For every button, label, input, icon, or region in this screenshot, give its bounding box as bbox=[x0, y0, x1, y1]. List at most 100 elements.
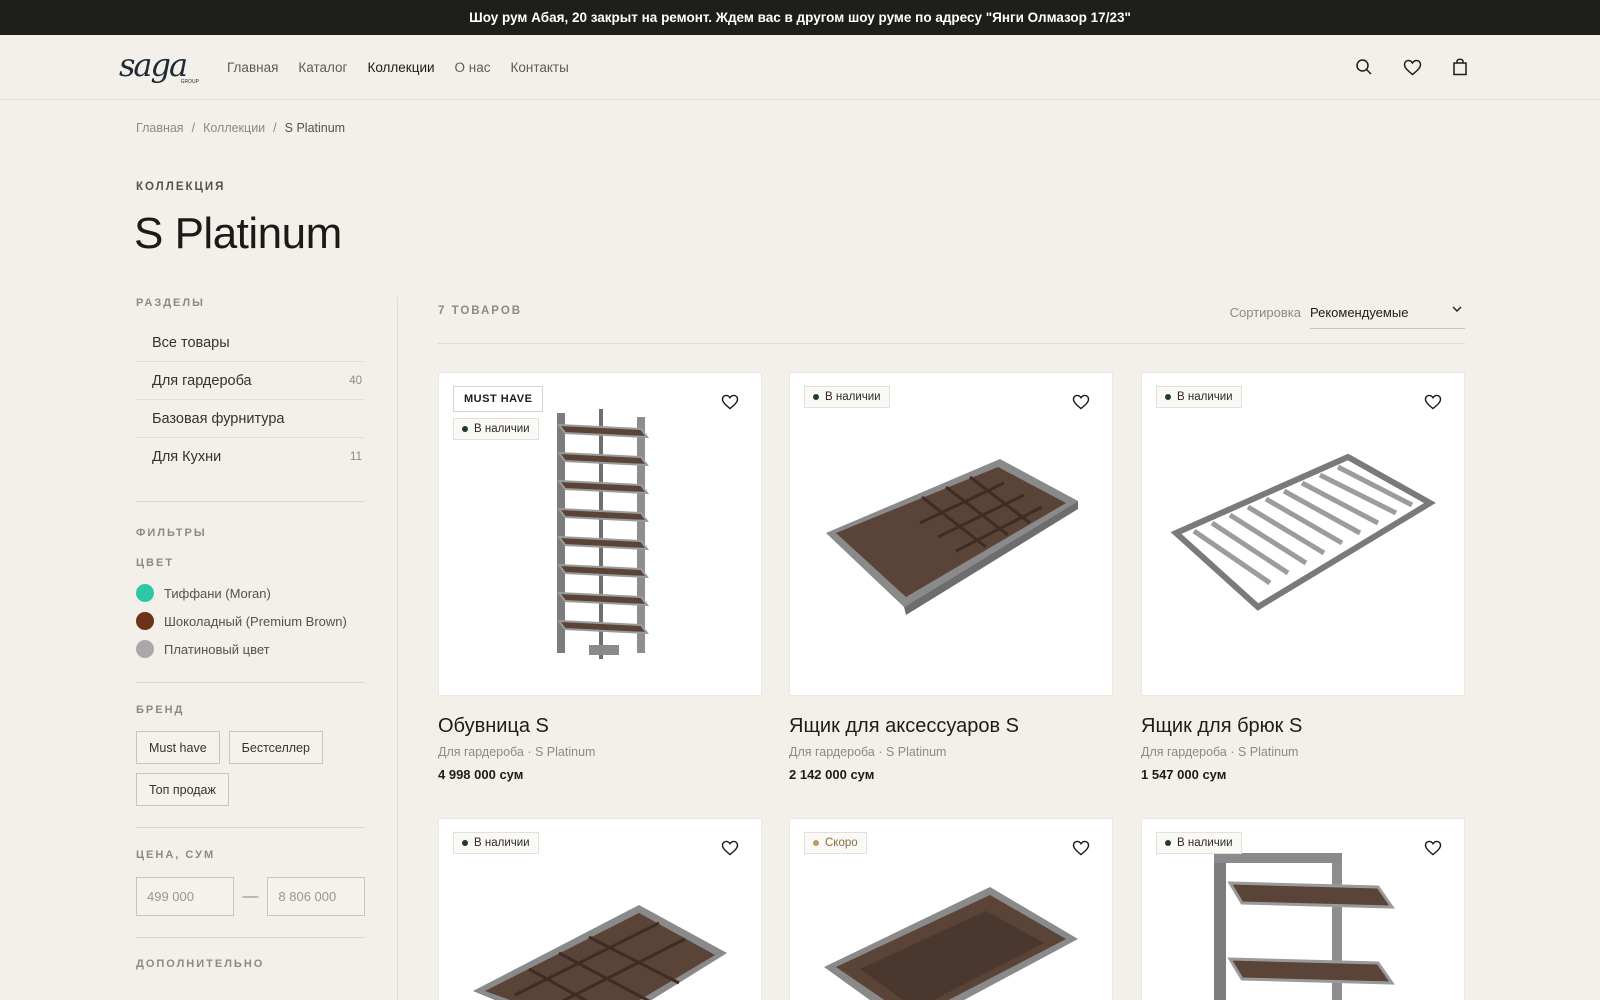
sidebar: РАЗДЕЛЫ Все товары Для гардероба 40 Базо… bbox=[136, 297, 365, 970]
product-image[interactable]: В наличии bbox=[438, 818, 762, 1000]
brand-chip-top-sales[interactable]: Топ продаж bbox=[136, 773, 229, 806]
divider bbox=[136, 827, 365, 828]
stock-badge: В наличии bbox=[1156, 832, 1242, 854]
brand-chip-bestseller[interactable]: Бестселлер bbox=[228, 731, 323, 764]
heart-icon[interactable] bbox=[1072, 394, 1090, 412]
heart-icon[interactable] bbox=[721, 394, 739, 412]
product-image[interactable]: В наличии bbox=[1141, 818, 1465, 1000]
section-label: Для гардероба bbox=[152, 372, 252, 389]
heart-icon[interactable] bbox=[1424, 840, 1442, 858]
color-label: Тиффани (Moran) bbox=[164, 585, 271, 601]
product-image[interactable]: В наличии bbox=[1141, 372, 1465, 696]
bag-icon[interactable] bbox=[1450, 57, 1470, 77]
divider bbox=[136, 937, 365, 938]
section-item-basic-hardware[interactable]: Базовая фурнитура bbox=[136, 400, 365, 438]
breadcrumb-separator: / bbox=[191, 121, 196, 135]
product-image[interactable]: Скоро bbox=[789, 818, 1113, 1000]
logo-word: saga bbox=[119, 46, 188, 84]
price-min-input[interactable]: 499 000 bbox=[136, 877, 234, 916]
announcement-text: Шоу рум Абая, 20 закрыт на ремонт. Ждем … bbox=[469, 10, 1131, 25]
section-list: Все товары Для гардероба 40 Базовая фурн… bbox=[136, 324, 365, 476]
stock-badge: Скоро bbox=[804, 832, 867, 854]
page-title: S Platinum bbox=[134, 209, 342, 258]
stock-status: Скоро bbox=[825, 837, 858, 849]
filters-label: ФИЛЬТРЫ bbox=[136, 527, 207, 539]
product-meta: Для гардероба · S Platinum bbox=[438, 745, 596, 759]
price-filter-label: ЦЕНА, СУМ bbox=[136, 849, 216, 861]
chevron-down-icon bbox=[1451, 303, 1463, 318]
stock-badge: В наличии bbox=[1156, 386, 1242, 408]
nav-item-catalog[interactable]: Каталог bbox=[298, 60, 347, 75]
product-meta: Для гардероба · S Platinum bbox=[1141, 745, 1299, 759]
nav-item-collections[interactable]: Коллекции bbox=[367, 60, 434, 75]
product-card[interactable]: Скоро bbox=[789, 818, 1113, 1000]
color-option-chocolate[interactable]: Шоколадный (Premium Brown) bbox=[136, 607, 365, 635]
status-dot bbox=[1165, 394, 1171, 400]
color-option-platinum[interactable]: Платиновый цвет bbox=[136, 635, 365, 663]
announcement-bar: Шоу рум Абая, 20 закрыт на ремонт. Ждем … bbox=[0, 0, 1600, 35]
product-name[interactable]: Ящик для аксессуаров S bbox=[789, 715, 1113, 738]
stock-status: В наличии bbox=[1177, 391, 1233, 403]
accessory-drawer-image bbox=[826, 459, 1078, 615]
product-card[interactable]: MUST HAVE В наличии Обувница S Для гарде… bbox=[438, 372, 762, 782]
price-dash: — bbox=[242, 887, 259, 905]
status-dot bbox=[462, 840, 468, 846]
breadcrumb-current: S Platinum bbox=[284, 121, 346, 135]
breadcrumb-collections[interactable]: Коллекции bbox=[203, 121, 265, 135]
color-swatch bbox=[136, 584, 154, 602]
stock-badge: В наличии bbox=[804, 386, 890, 408]
stock-status: В наличии bbox=[1177, 837, 1233, 849]
divider bbox=[136, 501, 365, 502]
section-item-wardrobe[interactable]: Для гардероба 40 bbox=[136, 362, 365, 400]
divider bbox=[136, 682, 365, 683]
logo-sub: GROUP bbox=[180, 79, 199, 85]
heart-icon[interactable] bbox=[1424, 394, 1442, 412]
extra-filter-label: ДОПОЛНИТЕЛЬНО bbox=[136, 958, 265, 970]
product-price: 2 142 000 сум bbox=[789, 767, 875, 782]
section-label: Все товары bbox=[152, 334, 230, 351]
color-swatch bbox=[136, 640, 154, 658]
stock-badge: В наличии bbox=[453, 418, 539, 440]
heart-icon[interactable] bbox=[1402, 57, 1422, 77]
nav-item-contacts[interactable]: Контакты bbox=[511, 60, 569, 75]
nav-item-home[interactable]: Главная bbox=[227, 60, 278, 75]
product-card[interactable]: В наличии Ящик для аксессуаров S Для гар… bbox=[789, 372, 1113, 782]
product-name[interactable]: Ящик для брюк S bbox=[1141, 715, 1465, 738]
sort-select[interactable]: Рекомендуемые bbox=[1310, 299, 1465, 329]
heart-icon[interactable] bbox=[721, 840, 739, 858]
product-image[interactable]: В наличии bbox=[789, 372, 1113, 696]
sidebar-divider bbox=[397, 297, 398, 1000]
stock-status: В наличии bbox=[825, 391, 881, 403]
status-dot bbox=[813, 394, 819, 400]
product-image[interactable]: MUST HAVE В наличии bbox=[438, 372, 762, 696]
section-item-kitchen[interactable]: Для Кухни 11 bbox=[136, 438, 365, 476]
heart-icon[interactable] bbox=[1072, 840, 1090, 858]
section-item-all[interactable]: Все товары bbox=[136, 324, 365, 362]
section-count: 11 bbox=[350, 451, 362, 463]
site-header: saga GROUP Главная Каталог Коллекции О н… bbox=[0, 35, 1600, 100]
price-range: 499 000 — 8 806 000 bbox=[136, 877, 365, 916]
product-card[interactable]: В наличии Ящик для брюк S Для гардероба … bbox=[1141, 372, 1465, 782]
header-actions bbox=[1354, 35, 1470, 99]
sort-value: Рекомендуемые bbox=[1310, 305, 1409, 320]
brand-chip-must-have[interactable]: Must have bbox=[136, 731, 220, 764]
main-nav: Главная Каталог Коллекции О нас Контакты bbox=[227, 35, 569, 99]
stock-status: В наличии bbox=[474, 837, 530, 849]
breadcrumb: Главная / Коллекции / S Platinum bbox=[136, 121, 345, 135]
product-card[interactable]: В наличии bbox=[438, 818, 762, 1000]
product-name[interactable]: Обувница S bbox=[438, 715, 762, 738]
color-option-tiffany[interactable]: Тиффани (Moran) bbox=[136, 579, 365, 607]
section-count: 40 bbox=[349, 374, 362, 387]
status-dot bbox=[462, 426, 468, 432]
breadcrumb-home[interactable]: Главная bbox=[136, 121, 184, 135]
nav-item-about[interactable]: О нас bbox=[455, 60, 491, 75]
color-swatch bbox=[136, 612, 154, 630]
product-card[interactable]: В наличии bbox=[1141, 818, 1465, 1000]
status-dot bbox=[813, 840, 819, 846]
color-filter-list: Тиффани (Moran) Шоколадный (Premium Brow… bbox=[136, 579, 365, 663]
logo[interactable]: saga GROUP bbox=[119, 46, 201, 85]
search-icon[interactable] bbox=[1354, 57, 1374, 77]
brand-filter-label: БРЕНД bbox=[136, 704, 185, 716]
price-max-input[interactable]: 8 806 000 bbox=[267, 877, 365, 916]
brand-chips: Must have Бестселлер Топ продаж bbox=[136, 731, 365, 806]
